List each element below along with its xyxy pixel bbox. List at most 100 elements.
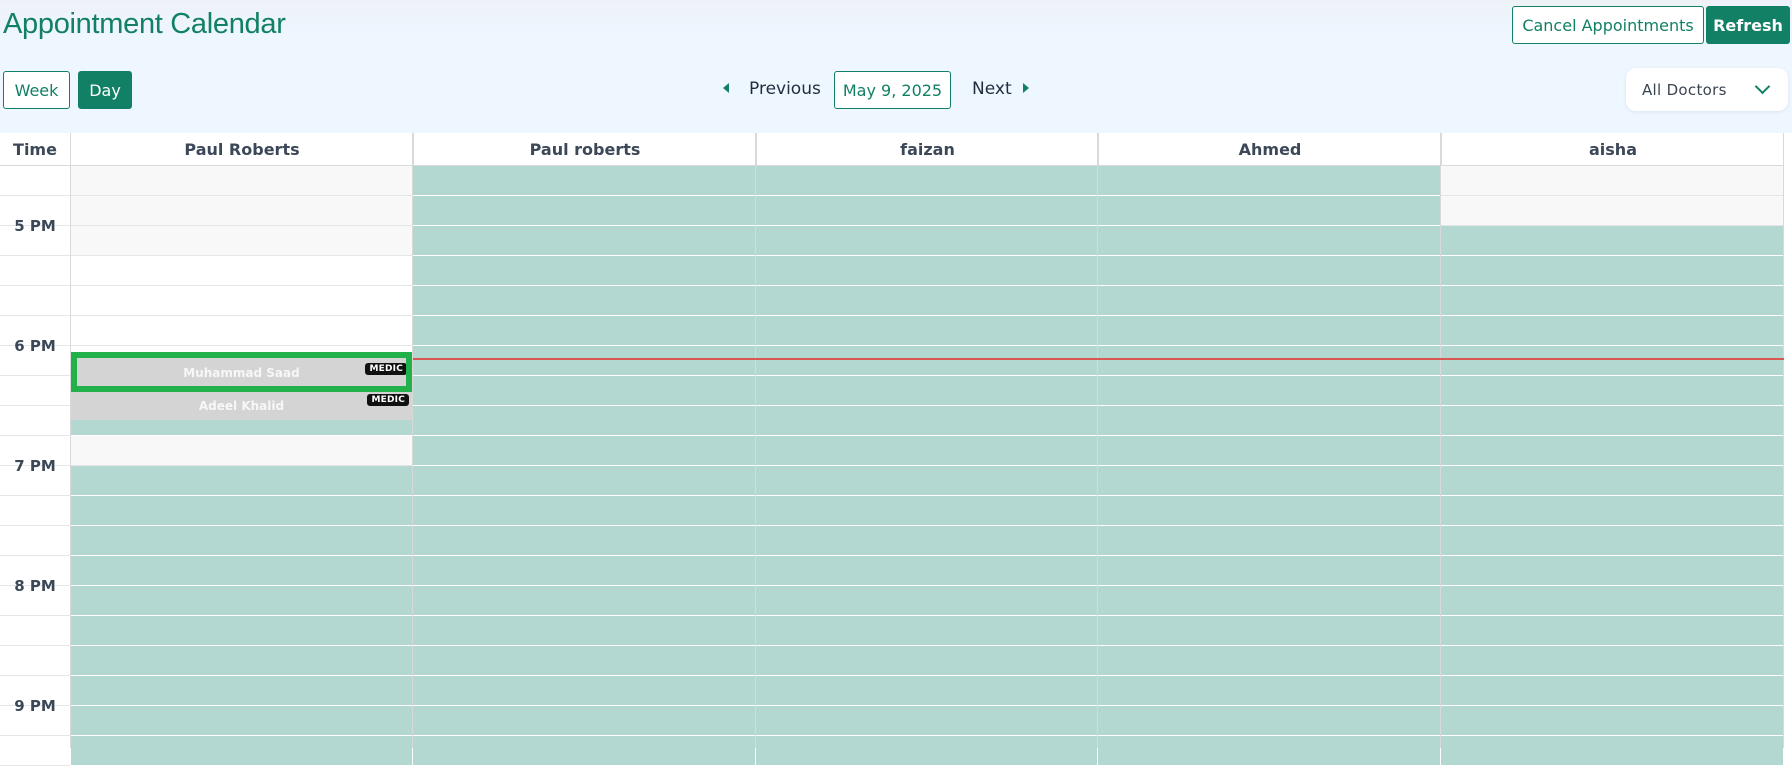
time-slot[interactable] xyxy=(1441,346,1783,376)
time-slot[interactable] xyxy=(413,646,755,676)
time-slot[interactable] xyxy=(1441,316,1783,346)
time-slot[interactable] xyxy=(756,436,1097,466)
time-slot[interactable] xyxy=(1098,316,1440,346)
time-slot[interactable] xyxy=(1098,256,1440,286)
time-slot[interactable] xyxy=(413,166,755,196)
time-slot[interactable] xyxy=(756,556,1097,586)
time-slot[interactable] xyxy=(413,406,755,436)
time-slot[interactable] xyxy=(1098,496,1440,526)
time-slot[interactable] xyxy=(1098,736,1440,766)
time-slot[interactable] xyxy=(413,496,755,526)
time-slot[interactable] xyxy=(756,256,1097,286)
time-slot[interactable] xyxy=(71,196,412,226)
time-slot[interactable] xyxy=(1098,676,1440,706)
time-slot[interactable] xyxy=(756,676,1097,706)
time-slot[interactable] xyxy=(756,496,1097,526)
time-slot[interactable] xyxy=(756,346,1097,376)
cancel-appointments-button[interactable]: Cancel Appointments xyxy=(1512,6,1704,44)
time-slot[interactable] xyxy=(413,256,755,286)
time-slot[interactable] xyxy=(413,196,755,226)
time-slot[interactable] xyxy=(71,496,412,526)
next-button[interactable]: Next xyxy=(972,79,1012,99)
time-slot[interactable] xyxy=(1098,556,1440,586)
time-slot[interactable] xyxy=(1098,286,1440,316)
time-slot[interactable] xyxy=(756,286,1097,316)
time-slot[interactable] xyxy=(1441,586,1783,616)
time-slot[interactable] xyxy=(1441,166,1783,196)
time-slot[interactable] xyxy=(71,226,412,256)
time-slot[interactable] xyxy=(1441,256,1783,286)
time-slot[interactable] xyxy=(413,676,755,706)
view-day-button[interactable]: Day xyxy=(78,71,132,109)
time-slot[interactable] xyxy=(756,466,1097,496)
time-slot[interactable] xyxy=(1441,406,1783,436)
time-slot[interactable] xyxy=(413,316,755,346)
time-slot[interactable] xyxy=(413,376,755,406)
time-slot[interactable] xyxy=(413,226,755,256)
time-slot[interactable] xyxy=(71,316,412,346)
time-slot[interactable] xyxy=(756,706,1097,736)
caret-right-icon[interactable] xyxy=(1023,83,1029,93)
time-slot[interactable] xyxy=(71,736,412,766)
time-slot[interactable] xyxy=(1098,616,1440,646)
time-slot[interactable] xyxy=(1098,526,1440,556)
caret-left-icon[interactable] xyxy=(723,83,729,93)
time-slot[interactable] xyxy=(1098,586,1440,616)
time-slot[interactable] xyxy=(756,226,1097,256)
time-slot[interactable] xyxy=(1441,376,1783,406)
time-slot[interactable] xyxy=(1441,706,1783,736)
time-slot[interactable] xyxy=(756,376,1097,406)
time-slot[interactable] xyxy=(1098,706,1440,736)
time-slot[interactable] xyxy=(756,526,1097,556)
time-slot[interactable] xyxy=(1098,436,1440,466)
time-slot[interactable] xyxy=(1441,646,1783,676)
time-slot[interactable] xyxy=(1098,466,1440,496)
time-slot[interactable] xyxy=(1441,286,1783,316)
time-slot[interactable] xyxy=(71,646,412,676)
time-slot[interactable] xyxy=(413,346,755,376)
time-slot[interactable] xyxy=(413,436,755,466)
time-slot[interactable] xyxy=(1441,496,1783,526)
current-date-display[interactable]: May 9, 2025 xyxy=(834,71,951,109)
time-slot[interactable] xyxy=(413,706,755,736)
time-slot[interactable] xyxy=(71,436,412,466)
time-slot[interactable] xyxy=(756,166,1097,196)
time-slot[interactable] xyxy=(71,466,412,496)
time-slot[interactable] xyxy=(1441,436,1783,466)
time-slot[interactable] xyxy=(756,616,1097,646)
time-slot[interactable] xyxy=(413,526,755,556)
time-slot[interactable] xyxy=(1441,556,1783,586)
time-slot[interactable] xyxy=(413,286,755,316)
time-slot[interactable] xyxy=(1441,736,1783,766)
time-slot[interactable] xyxy=(1098,376,1440,406)
doctor-filter-dropdown[interactable]: All Doctors xyxy=(1626,68,1788,111)
time-slot[interactable] xyxy=(413,586,755,616)
time-slot[interactable] xyxy=(756,586,1097,616)
time-slot[interactable] xyxy=(413,736,755,766)
time-slot[interactable] xyxy=(71,706,412,736)
time-slot[interactable] xyxy=(71,256,412,286)
time-slot[interactable] xyxy=(1098,166,1440,196)
previous-button[interactable]: Previous xyxy=(749,79,821,99)
time-slot[interactable] xyxy=(1098,406,1440,436)
time-slot[interactable] xyxy=(1441,226,1783,256)
time-slot[interactable] xyxy=(71,616,412,646)
time-slot[interactable] xyxy=(1441,676,1783,706)
time-slot[interactable] xyxy=(1441,526,1783,556)
appointment-block[interactable]: Adeel Khalid MEDIC xyxy=(71,392,412,420)
time-slot[interactable] xyxy=(756,316,1097,346)
time-slot[interactable] xyxy=(71,166,412,196)
time-slot[interactable] xyxy=(413,556,755,586)
view-week-button[interactable]: Week xyxy=(3,71,70,109)
time-slot[interactable] xyxy=(71,526,412,556)
refresh-button[interactable]: Refresh xyxy=(1706,6,1790,44)
time-slot[interactable] xyxy=(756,406,1097,436)
time-slot[interactable] xyxy=(1098,346,1440,376)
time-slot[interactable] xyxy=(1441,466,1783,496)
time-slot[interactable] xyxy=(71,586,412,616)
time-slot[interactable] xyxy=(756,196,1097,226)
time-slot[interactable] xyxy=(1098,196,1440,226)
time-slot[interactable] xyxy=(1098,646,1440,676)
time-slot[interactable] xyxy=(1441,196,1783,226)
time-slot[interactable] xyxy=(413,616,755,646)
